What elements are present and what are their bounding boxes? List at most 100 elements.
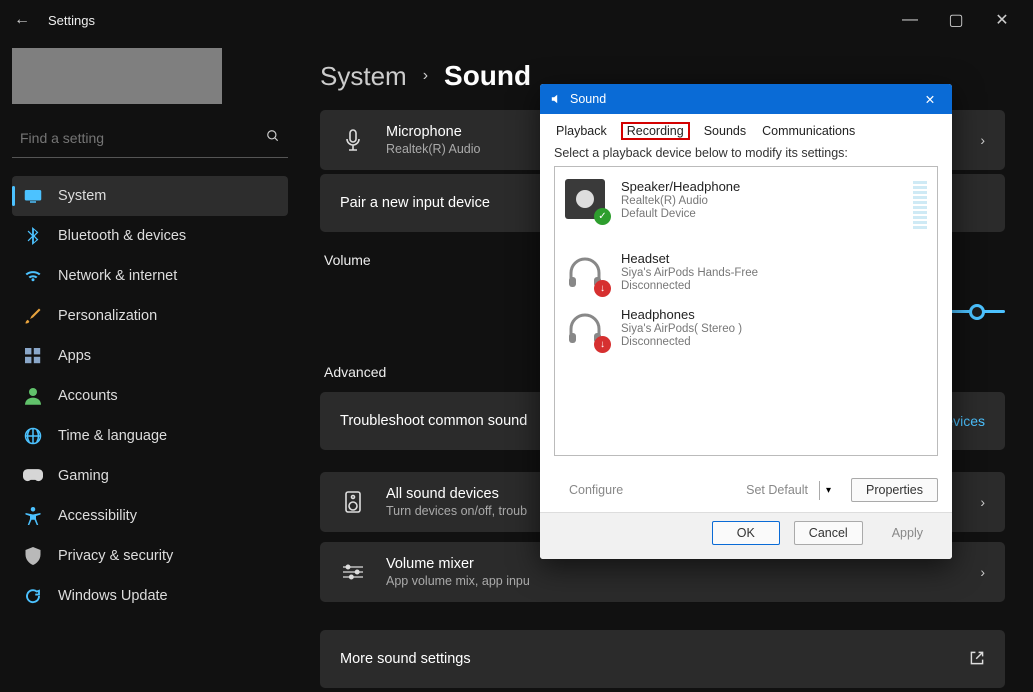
properties-button[interactable]: Properties [851, 478, 938, 502]
breadcrumb-parent[interactable]: System [320, 61, 407, 92]
tab-communications[interactable]: Communications [760, 122, 857, 140]
device-title: Headphones [621, 307, 742, 322]
sound-dialog: Sound ✕ Playback Recording Sounds Commun… [540, 84, 952, 559]
sidebar-item-label: Gaming [58, 468, 109, 484]
page-title: Sound [444, 60, 531, 92]
user-account-block[interactable] [12, 48, 222, 104]
configure-button[interactable]: Configure [554, 478, 638, 502]
row-title: More sound settings [340, 651, 969, 667]
tab-sounds[interactable]: Sounds [702, 122, 748, 140]
apps-icon [22, 345, 44, 367]
level-meter [913, 179, 927, 239]
chevron-right-icon: › [980, 494, 985, 510]
chevron-right-icon: › [980, 564, 985, 580]
maximize-button[interactable]: ▢ [933, 5, 979, 35]
sidebar-item-label: Accounts [58, 388, 118, 404]
check-badge-icon: ✓ [594, 208, 611, 225]
app-title: Settings [48, 13, 95, 28]
dialog-instruction: Select a playback device below to modify… [554, 146, 938, 160]
row-subtitle: App volume mix, app inpu [386, 574, 980, 588]
display-icon [22, 185, 44, 207]
chevron-down-icon[interactable]: ▾ [819, 481, 837, 500]
sidebar-item-label: Privacy & security [58, 548, 173, 564]
device-sub1: Siya's AirPods( Stereo ) [621, 323, 742, 335]
sidebar-item-accessibility[interactable]: Accessibility [12, 496, 288, 536]
sidebar-item-label: Windows Update [58, 588, 168, 604]
dialog-close-button[interactable]: ✕ [916, 88, 944, 110]
tab-recording[interactable]: Recording [621, 122, 690, 140]
slider-thumb[interactable] [969, 304, 985, 320]
sidebar-item-label: Network & internet [58, 268, 177, 284]
device-title: Speaker/Headphone [621, 179, 740, 194]
bluetooth-icon [22, 225, 44, 247]
back-button[interactable]: ← [8, 6, 36, 34]
ok-button[interactable]: OK [712, 521, 780, 545]
mixer-icon [340, 559, 366, 585]
nav-list: System Bluetooth & devices Network & int… [12, 176, 288, 616]
headphones-device-icon: ↓ [565, 307, 609, 351]
device-sub2: Default Device [621, 208, 740, 220]
sidebar-item-label: Accessibility [58, 508, 137, 524]
cancel-button[interactable]: Cancel [794, 521, 863, 545]
titlebar: ← Settings — ▢ ✕ [0, 0, 1033, 40]
down-badge-icon: ↓ [594, 280, 611, 297]
sidebar-item-apps[interactable]: Apps [12, 336, 288, 376]
dialog-button-row-2: OK Cancel Apply [540, 512, 952, 559]
apply-button[interactable]: Apply [877, 521, 938, 545]
microphone-icon [340, 127, 366, 153]
sidebar-item-label: Apps [58, 348, 91, 364]
globe-icon [22, 425, 44, 447]
speaker-icon [340, 489, 366, 515]
sidebar-item-personalization[interactable]: Personalization [12, 296, 288, 336]
close-button[interactable]: ✕ [979, 5, 1025, 35]
sidebar-item-bluetooth[interactable]: Bluetooth & devices [12, 216, 288, 256]
sidebar-item-gaming[interactable]: Gaming [12, 456, 288, 496]
sidebar-item-network[interactable]: Network & internet [12, 256, 288, 296]
user-icon [22, 385, 44, 407]
device-sub1: Siya's AirPods Hands-Free [621, 267, 758, 279]
device-title: Headset [621, 251, 758, 266]
accessibility-icon [22, 505, 44, 527]
dialog-body: Select a playback device below to modify… [540, 146, 952, 468]
search-box[interactable] [12, 118, 288, 158]
shield-icon [22, 545, 44, 567]
set-default-button[interactable]: Set Default [731, 478, 815, 502]
device-item[interactable]: ↓ Headphones Siya's AirPods( Stereo ) Di… [561, 301, 931, 357]
sound-icon [548, 91, 564, 107]
search-input[interactable] [20, 130, 266, 146]
dialog-button-row-1: Configure Set Default ▾ Properties [540, 468, 952, 512]
dialog-title: Sound [570, 92, 606, 106]
sidebar-item-system[interactable]: System [12, 176, 288, 216]
update-icon [22, 585, 44, 607]
down-badge-icon: ↓ [594, 336, 611, 353]
device-sub1: Realtek(R) Audio [621, 195, 740, 207]
speaker-device-icon: ✓ [565, 179, 609, 223]
set-default-dropdown[interactable]: Set Default ▾ [731, 478, 837, 502]
wifi-icon [22, 265, 44, 287]
row-more-sound-settings[interactable]: More sound settings [320, 630, 1005, 688]
device-list[interactable]: ✓ Speaker/Headphone Realtek(R) Audio Def… [554, 166, 938, 456]
sidebar-item-label: Personalization [58, 308, 157, 324]
tab-playback[interactable]: Playback [554, 122, 609, 140]
sidebar-item-label: System [58, 188, 106, 204]
device-item[interactable]: ✓ Speaker/Headphone Realtek(R) Audio Def… [561, 173, 931, 245]
device-sub2: Disconnected [621, 336, 742, 348]
minimize-button[interactable]: — [887, 5, 933, 35]
sidebar-item-label: Bluetooth & devices [58, 228, 186, 244]
dialog-tabs: Playback Recording Sounds Communications [540, 114, 952, 146]
sidebar-item-accounts[interactable]: Accounts [12, 376, 288, 416]
device-sub2: Disconnected [621, 280, 758, 292]
gamepad-icon [22, 465, 44, 487]
chevron-right-icon: › [980, 132, 985, 148]
dialog-titlebar[interactable]: Sound ✕ [540, 84, 952, 114]
sidebar-item-windows-update[interactable]: Windows Update [12, 576, 288, 616]
brush-icon [22, 305, 44, 327]
device-item[interactable]: ↓ Headset Siya's AirPods Hands-Free Disc… [561, 245, 931, 301]
headset-device-icon: ↓ [565, 251, 609, 295]
sidebar-item-time-language[interactable]: Time & language [12, 416, 288, 456]
sidebar-item-label: Time & language [58, 428, 167, 444]
sidebar-item-privacy[interactable]: Privacy & security [12, 536, 288, 576]
window-controls: — ▢ ✕ [887, 5, 1025, 35]
search-icon [266, 129, 280, 146]
sidebar: System Bluetooth & devices Network & int… [0, 40, 300, 692]
